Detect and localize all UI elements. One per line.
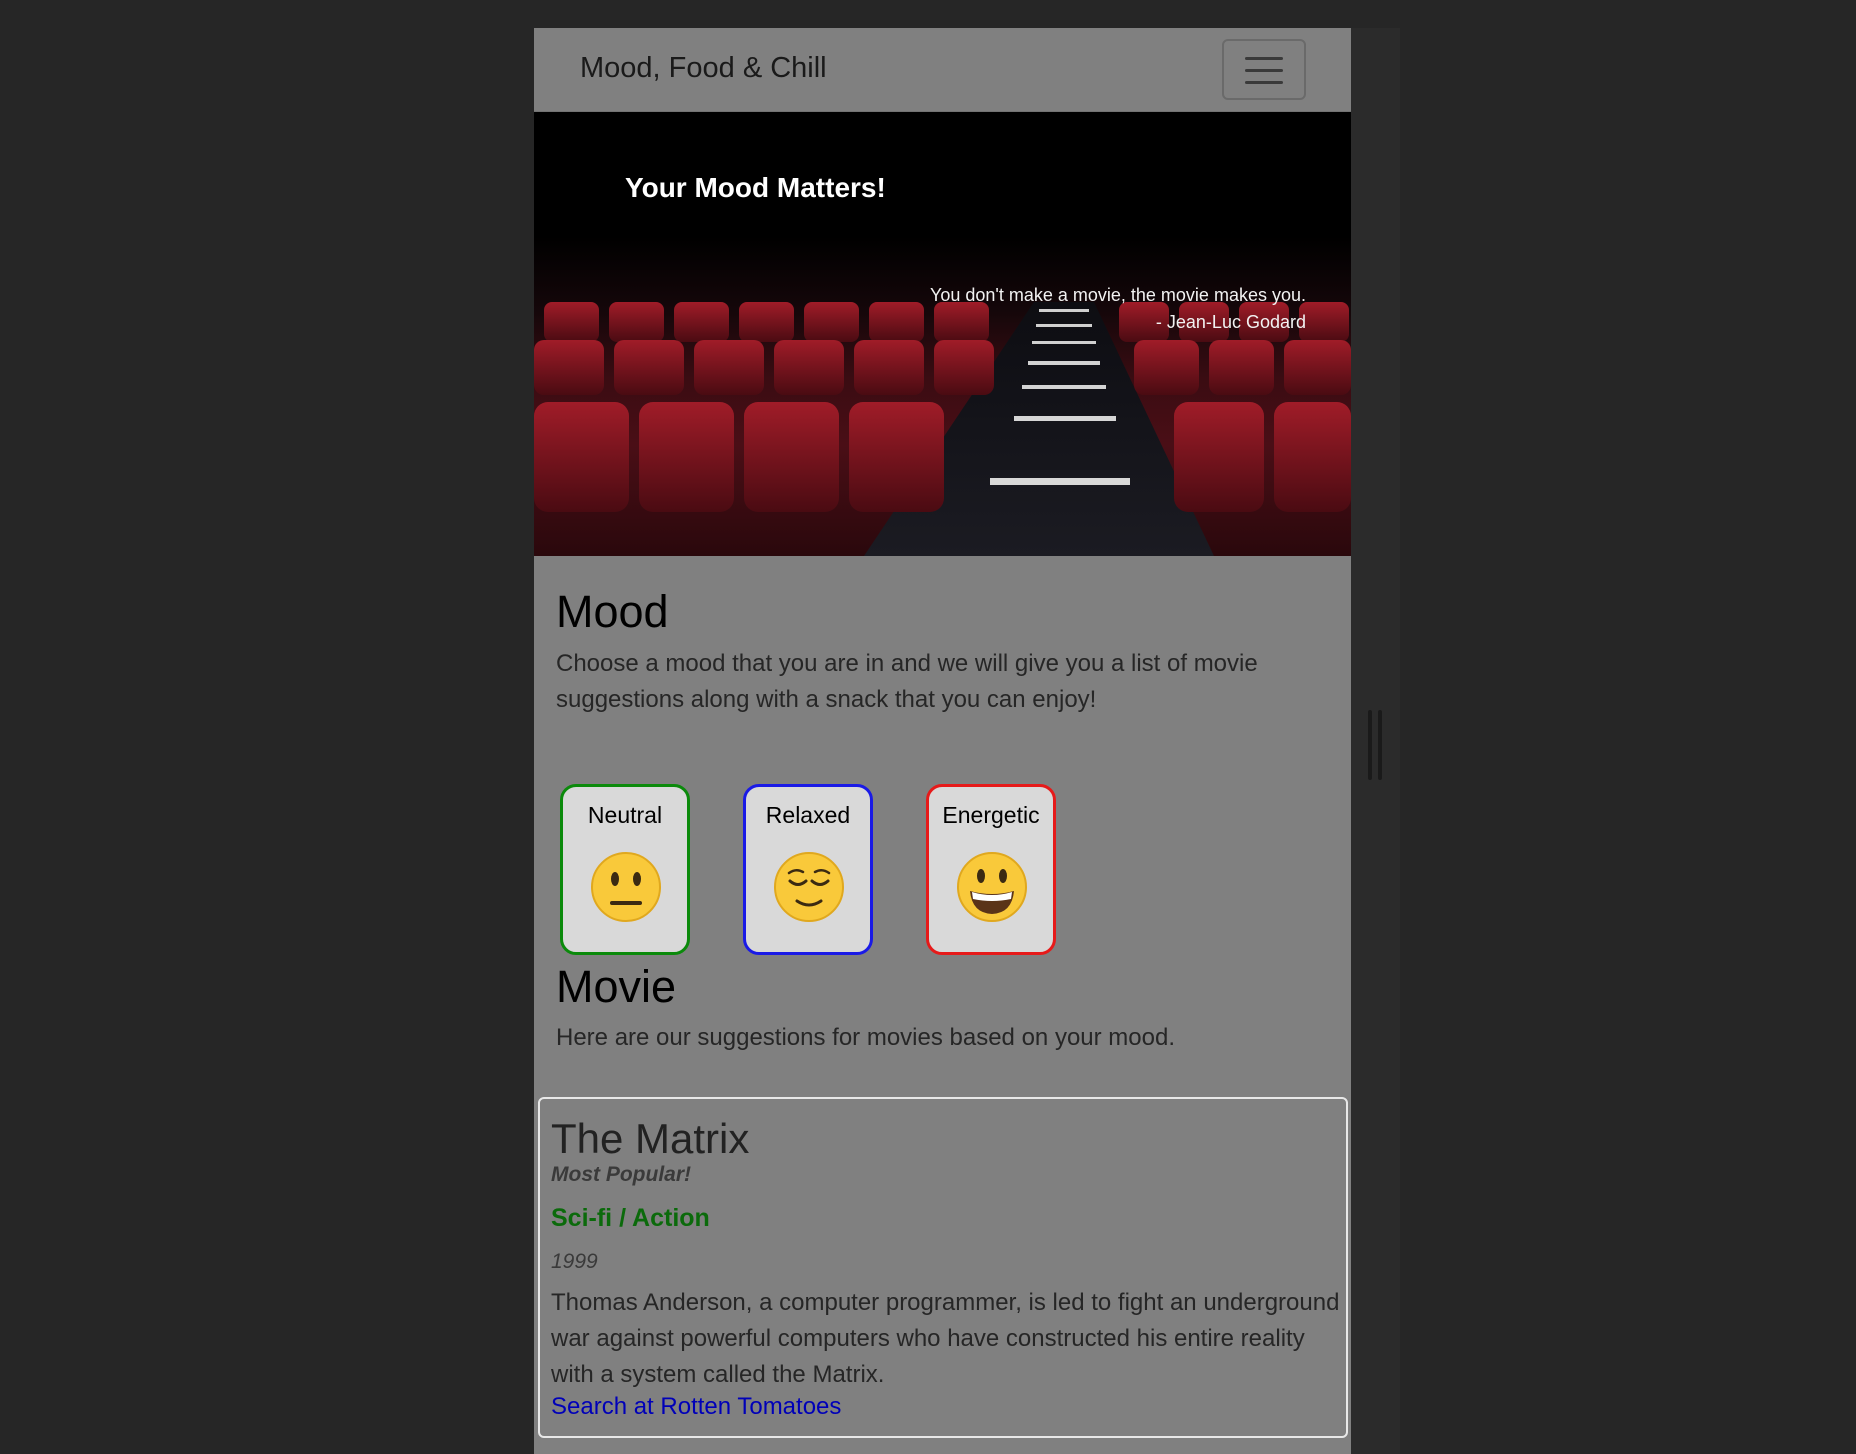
movie-genre: Sci-fi / Action: [551, 1204, 710, 1232]
mood-description: Choose a mood that you are in and we wil…: [556, 650, 1258, 713]
quote-author: - Jean-Luc Godard: [1155, 312, 1306, 332]
mood-heading: Mood: [556, 586, 669, 637]
movie-title: The Matrix: [551, 1115, 750, 1162]
quote-text: You don't make a movie, the movie makes …: [930, 285, 1306, 305]
hero-quote: You don't make a movie, the movie makes …: [930, 282, 1306, 336]
brand-link[interactable]: Mood, Food & Chill: [580, 52, 827, 85]
mobile-viewport: Mood, Food & Chill Your Mood Matters! Yo…: [534, 28, 1351, 1454]
hero-banner: Your Mood Matters! You don't make a movi…: [534, 112, 1351, 556]
mood-label: Energetic: [942, 802, 1040, 828]
mood-card-energetic[interactable]: Energetic: [926, 784, 1056, 955]
navbar: Mood, Food & Chill: [534, 28, 1351, 112]
movie-card: The Matrix Most Popular! Sci-fi / Action…: [538, 1097, 1348, 1438]
rotten-tomatoes-link[interactable]: Search at Rotten Tomatoes: [551, 1393, 841, 1421]
relieved-face-icon: [774, 852, 844, 922]
mood-label: Neutral: [587, 802, 663, 828]
movie-description: Here are our suggestions for movies base…: [556, 1024, 1175, 1051]
neutral-face-icon: [591, 852, 661, 922]
movie-year: 1999: [551, 1250, 598, 1273]
hero-title: Your Mood Matters!: [625, 172, 886, 203]
movie-heading: Movie: [556, 961, 677, 1012]
mood-options: Neutral Relaxed Energetic: [560, 784, 1340, 959]
mood-label: Relaxed: [765, 802, 851, 828]
movie-synopsis: Thomas Anderson, a computer programmer, …: [551, 1289, 1340, 1388]
grinning-face-icon: [957, 852, 1027, 922]
viewport-resize-handle[interactable]: [1368, 710, 1386, 780]
mood-card-neutral[interactable]: Neutral: [560, 784, 690, 955]
movie-popularity-tag: Most Popular!: [551, 1163, 691, 1186]
navbar-toggle-button[interactable]: [1222, 39, 1306, 100]
mood-card-relaxed[interactable]: Relaxed: [743, 784, 873, 955]
